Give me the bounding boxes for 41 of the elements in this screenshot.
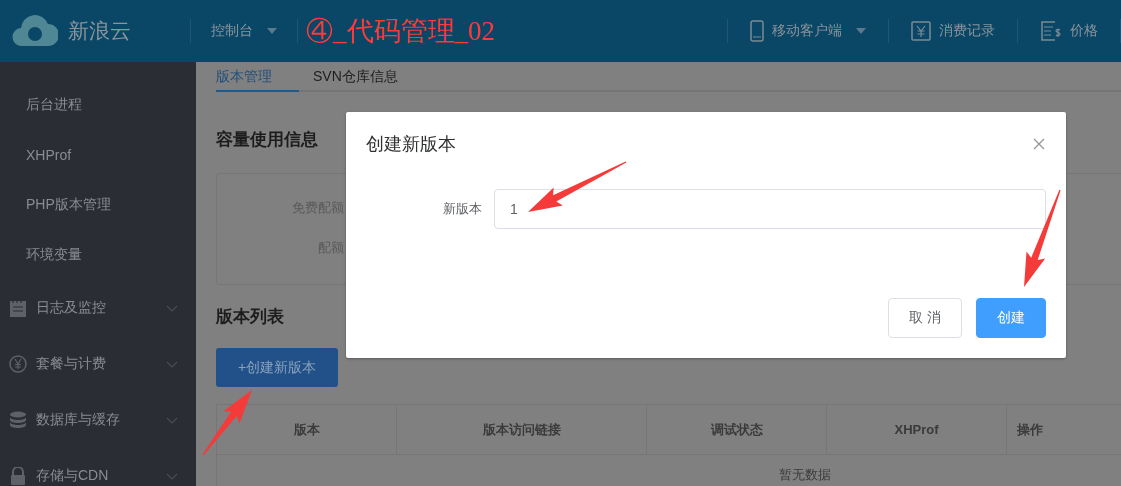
- notepad-icon: [9, 299, 27, 317]
- column-header: 版本: [216, 404, 397, 455]
- section-title: 容量使用信息: [216, 129, 318, 151]
- create-version-button[interactable]: +创建新版本: [216, 348, 338, 387]
- yen-icon: [9, 355, 27, 373]
- console-menu[interactable]: 控制台: [211, 22, 277, 40]
- yen-icon: [911, 21, 931, 41]
- annotation-text: ④_代码管理_02: [306, 15, 495, 48]
- close-icon[interactable]: [1032, 137, 1046, 151]
- header-link[interactable]: 价格: [1070, 22, 1098, 40]
- logo-text: 新浪云: [68, 18, 131, 44]
- caret-icon: [267, 28, 277, 34]
- column-header: 调试状态: [646, 404, 827, 455]
- phone-icon: [750, 20, 764, 42]
- section-title: 版本列表: [216, 306, 284, 328]
- sidebar-group[interactable]: 存储与CDN: [36, 467, 157, 485]
- version-input[interactable]: 1: [494, 189, 1046, 229]
- header-link[interactable]: 消费记录: [939, 22, 995, 40]
- sidebar-item[interactable]: 后台进程: [26, 96, 82, 114]
- column-header: 操作: [1006, 404, 1121, 455]
- sidebar-item[interactable]: XHProf: [26, 147, 72, 163]
- sidebar-group[interactable]: 数据库与缓存: [36, 411, 157, 429]
- invoice-icon: [1040, 21, 1062, 41]
- caret-icon: [856, 28, 866, 34]
- dialog-title: 创建新版本: [366, 133, 456, 156]
- header-link[interactable]: 移动客户端: [772, 22, 866, 40]
- sidebar-group[interactable]: 日志及监控: [36, 299, 157, 317]
- create-button[interactable]: 创建: [976, 298, 1046, 338]
- field-label: 新版本: [442, 200, 483, 218]
- cancel-button[interactable]: 取 消: [888, 298, 962, 338]
- tab[interactable]: SVN仓库信息: [299, 62, 412, 90]
- database-icon: [9, 411, 27, 429]
- annotation-arrow: [202, 390, 252, 456]
- sidebar-group[interactable]: 套餐与计费: [36, 355, 157, 373]
- logo-icon: [12, 14, 58, 48]
- column-header: 版本访问链接: [396, 404, 647, 455]
- column-header: XHProf: [826, 404, 1007, 455]
- sidebar-item[interactable]: 环境变量: [26, 246, 82, 264]
- tab[interactable]: 版本管理: [216, 62, 299, 92]
- lock-icon: [9, 467, 27, 485]
- sidebar-item[interactable]: PHP版本管理: [26, 196, 111, 214]
